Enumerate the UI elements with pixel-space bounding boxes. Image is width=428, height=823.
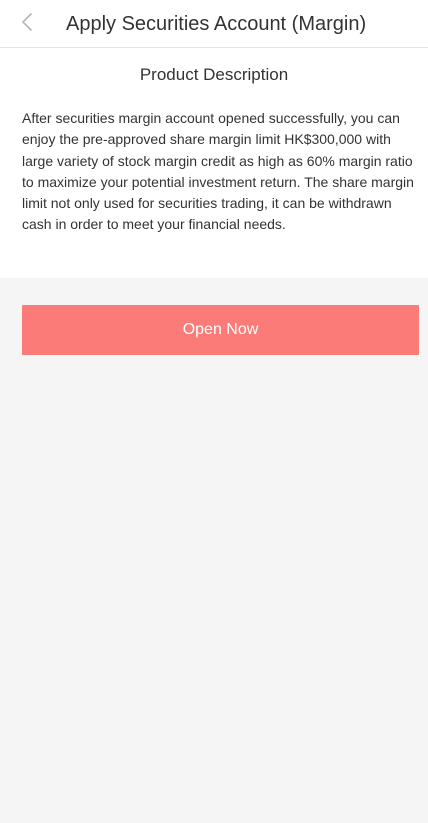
- product-description-panel: Product Description After securities mar…: [0, 48, 428, 278]
- page-title: Apply Securities Account (Margin): [66, 13, 367, 35]
- back-button[interactable]: [12, 6, 42, 42]
- product-description-text: After securities margin account opened s…: [22, 110, 414, 233]
- open-now-button[interactable]: Open Now: [22, 305, 419, 355]
- chevron-left-icon: [21, 12, 33, 37]
- nav-header: Apply Securities Account (Margin): [0, 0, 428, 48]
- section-title: Product Description: [139, 65, 289, 84]
